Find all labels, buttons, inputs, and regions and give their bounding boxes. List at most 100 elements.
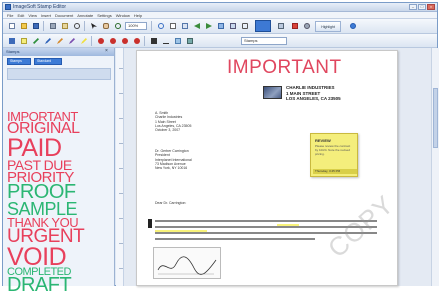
pencil-icon [57, 38, 63, 44]
sidebar-title: Stamps [3, 48, 114, 56]
compare-button[interactable] [227, 21, 237, 30]
minimize-button[interactable]: – [409, 4, 417, 10]
speaker-icon [187, 38, 193, 44]
zoom-in-button[interactable] [112, 21, 122, 30]
app-window: ImageSoft Stamp Editor – □ × File Edit V… [2, 2, 439, 295]
scrollbar-thumb[interactable] [433, 88, 438, 148]
app-icon [5, 4, 11, 10]
company-name: CHARLIE INDUSTRIES [286, 85, 335, 90]
sound-button[interactable] [184, 36, 194, 45]
print-button[interactable] [47, 21, 57, 30]
stamp-item[interactable]: PAID [7, 135, 119, 160]
stamp-item[interactable]: DRAFT [7, 275, 119, 295]
new-doc-icon [9, 23, 15, 29]
window-title: ImageSoft Stamp Editor [13, 4, 67, 10]
pen-tool-button[interactable] [42, 36, 52, 45]
layers-button[interactable] [215, 21, 225, 30]
text-tool-button[interactable] [6, 36, 16, 45]
email-button[interactable] [59, 21, 69, 30]
menu-help[interactable]: Help [134, 13, 142, 18]
line-tool-button[interactable] [30, 36, 40, 45]
signature-box[interactable] [153, 247, 221, 279]
document-page[interactable]: IMPORTANT CHARLIE INDUSTRIES 1 MAIN STRE… [136, 50, 398, 286]
gear-icon [304, 23, 310, 29]
marker-tool-button[interactable] [66, 36, 76, 45]
menu-view[interactable]: View [28, 13, 37, 18]
paperclip-icon [278, 23, 284, 29]
highlighter-tool-button[interactable] [78, 36, 88, 45]
search-icon [74, 23, 80, 29]
stamp-red-4-button[interactable] [131, 36, 141, 45]
toolbar-separator [43, 21, 44, 31]
company-header: CHARLIE INDUSTRIES 1 MAIN STREET LOS ANG… [286, 85, 341, 102]
close-button[interactable]: × [427, 4, 435, 10]
menu-annotate[interactable]: Annotate [77, 13, 93, 18]
stamp-icon [122, 38, 128, 44]
stamp-sidebar: Stamps × Stamps Standard IMPORTANT ORIGIN… [3, 48, 115, 295]
stamp-item[interactable]: VOID [7, 244, 119, 269]
envelope-icon [62, 23, 68, 29]
next-page-button[interactable] [203, 21, 213, 30]
fit-width-button[interactable] [179, 21, 189, 30]
search-button[interactable] [71, 21, 81, 30]
stamp-icon [110, 38, 116, 44]
sticky-note-icon [21, 38, 27, 44]
menu-window[interactable]: Window [116, 13, 130, 18]
sticky-note[interactable]: REVIEW Please review the contract by 10/… [310, 133, 358, 177]
attach-button[interactable] [275, 21, 285, 30]
vertical-ruler [116, 48, 124, 286]
text-icon [9, 38, 15, 44]
help-button[interactable] [347, 21, 357, 30]
note-tool-button[interactable] [18, 36, 28, 45]
document-area: IMPORTANT CHARLIE INDUSTRIES 1 MAIN STRE… [116, 48, 439, 286]
sender-block: A. Smith Charlie Industries 1 Main Stree… [155, 111, 191, 132]
redact-button[interactable] [148, 36, 158, 45]
stamp-red-2-button[interactable] [107, 36, 117, 45]
stamp-group-dropdown[interactable]: Standard [34, 58, 62, 65]
recipient-block: Dr. Gerber Carrington President Interpla… [155, 149, 192, 170]
zoom-dropdown[interactable]: 100% [125, 22, 147, 30]
cut-button[interactable] [239, 21, 249, 30]
signature-button[interactable] [160, 36, 170, 45]
hand-tool-button[interactable] [100, 21, 110, 30]
previous-page-button[interactable] [191, 21, 201, 30]
menu-insert[interactable]: Insert [41, 13, 51, 18]
save-button[interactable] [30, 21, 40, 30]
open-button[interactable] [18, 21, 28, 30]
sticky-note-title: REVIEW [315, 138, 331, 143]
stamp-set-dropdown[interactable]: Stamps [241, 37, 287, 45]
stop-button[interactable] [289, 21, 299, 30]
stamp-red-3-button[interactable] [119, 36, 129, 45]
layers-icon [218, 23, 224, 29]
body-text-line [155, 238, 315, 240]
select-tool-button[interactable] [88, 21, 98, 30]
toolbar-separator [151, 21, 152, 31]
stamp-category-dropdown[interactable]: Stamps [7, 58, 31, 65]
pen-icon [45, 38, 51, 44]
new-button[interactable] [6, 21, 16, 30]
menu-settings[interactable]: Settings [97, 13, 111, 18]
rotate-button[interactable] [155, 21, 165, 30]
menu-bar: File Edit View Insert Document Annotate … [3, 12, 437, 19]
sticky-note-line: pricing. [315, 152, 325, 156]
pencil-tool-button[interactable] [54, 36, 64, 45]
highlight-button[interactable]: Highlight [315, 21, 341, 32]
compare-icon [230, 23, 236, 29]
maximize-button[interactable]: □ [418, 4, 426, 10]
settings-button[interactable] [301, 21, 311, 30]
sticky-note-footer: Thursday, 3:45 PM [313, 169, 357, 174]
stamp-red-button[interactable] [95, 36, 105, 45]
vertical-scrollbar[interactable] [431, 48, 439, 286]
stamp-tool-button[interactable] [255, 20, 271, 32]
image-button[interactable] [172, 36, 182, 45]
help-icon [350, 23, 356, 29]
important-stamp[interactable]: IMPORTANT [227, 57, 342, 79]
menu-document[interactable]: Document [55, 13, 73, 18]
menu-edit[interactable]: Edit [17, 13, 24, 18]
page-icon [170, 23, 176, 29]
stamp-icon [134, 38, 140, 44]
marker-icon [69, 38, 75, 44]
menu-file[interactable]: File [7, 13, 13, 18]
page-button[interactable] [167, 21, 177, 30]
sidebar-close-icon[interactable]: × [105, 49, 111, 55]
